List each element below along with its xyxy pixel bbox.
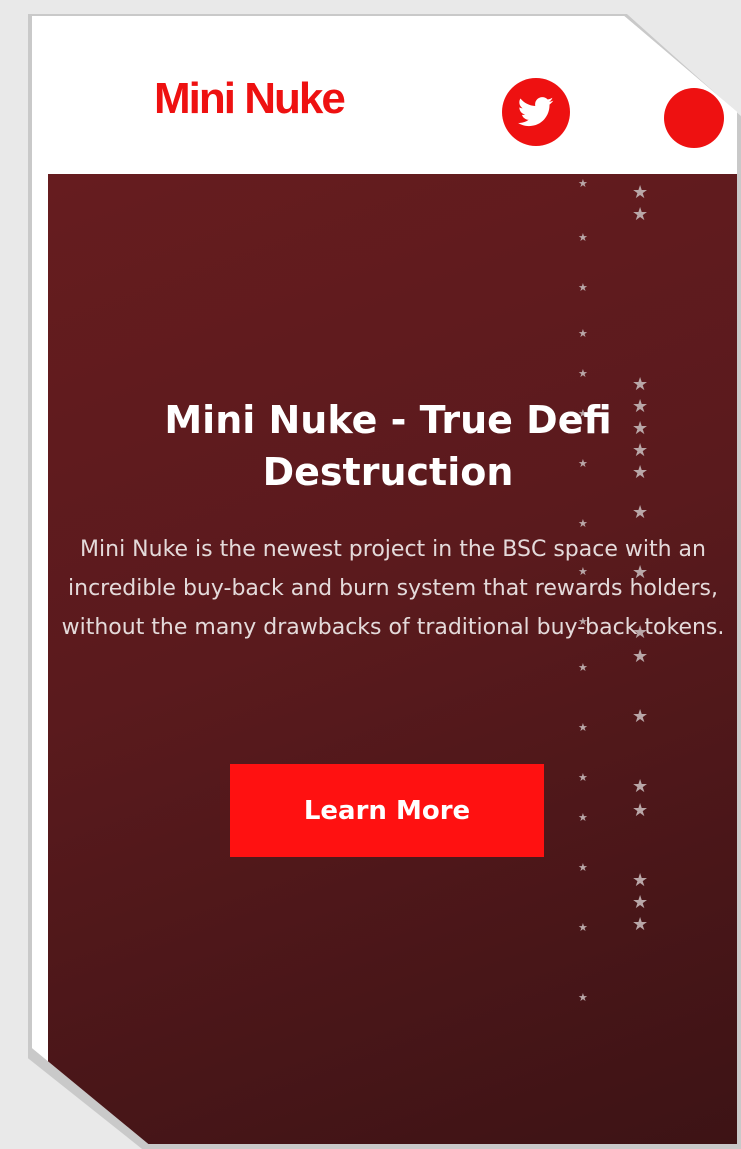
twitter-bird-glyph	[518, 97, 554, 127]
telegram-icon[interactable]	[664, 88, 724, 148]
site-logo[interactable]: Mini Nuke	[154, 74, 346, 124]
page-frame: Mini Nuke ★ ★ ★ ★ ★ ★ ★ ★ ★ ★ ★ ★ ★ ★ ★ ★ ★ ★ ★ ★ ★ ★ ★	[0, 0, 741, 1149]
site-header: Mini Nuke	[32, 16, 737, 174]
twitter-icon[interactable]	[502, 78, 570, 146]
hero-description: Mini Nuke is the newest project in the B…	[61, 537, 725, 640]
learn-more-button[interactable]: Learn More	[230, 764, 544, 857]
page-screen: Mini Nuke ★ ★ ★ ★ ★ ★ ★ ★ ★ ★ ★ ★ ★ ★ ★ ★ ★ ★ ★ ★ ★ ★ ★	[32, 16, 737, 1144]
hero-section: ★ ★ ★ ★ ★ ★ ★ ★ ★ ★ ★ ★ ★ ★ ★ ★ ★ ★ ★ ★ ★ ★ ★ ★ ★ ★ ★ ★ ★ ★…	[48, 174, 737, 1144]
hero-title: Mini Nuke - True Defi Destruction	[164, 398, 612, 494]
